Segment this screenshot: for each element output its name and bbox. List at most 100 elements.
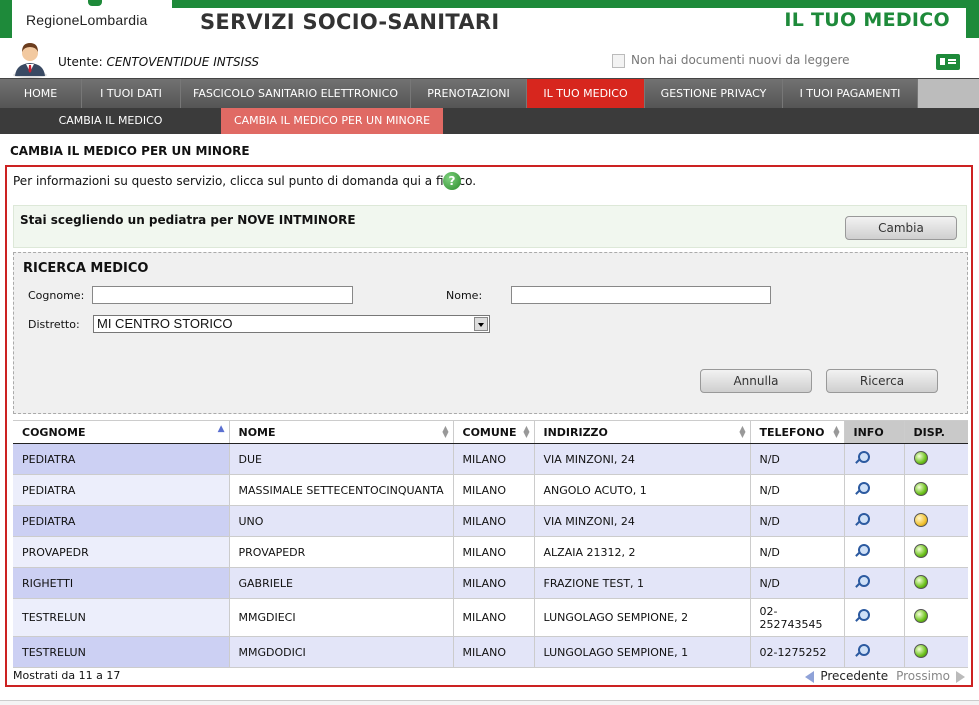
cell-telefono: N/D	[749, 443, 844, 475]
nav-item-il-tuo-medico[interactable]: IL TUO MEDICO	[527, 79, 645, 108]
table-row[interactable]: RIGHETTI GABRIELE MILANO FRAZIONE TEST, 1 N/…	[13, 567, 968, 599]
cell-disp	[903, 536, 968, 568]
magnifier-icon[interactable]	[854, 512, 870, 527]
cell-indirizzo: LUNGOLAGO SEMPIONE, 2	[533, 598, 750, 637]
cell-cognome: TESTRELUN	[13, 636, 229, 668]
cell-info	[843, 505, 904, 537]
column-header-disp: DISP.	[903, 420, 968, 444]
selection-box: Stai scegliendo un pediatra per NOVE INT…	[13, 205, 967, 248]
prev-arrow-icon[interactable]	[805, 670, 815, 683]
table-header-row: COGNOME ▲ NOME ▲ ▼ COMUNE ▲ ▼ INDIRIZZO ▲ ▼ TEL…	[13, 420, 968, 444]
table-row[interactable]: TESTRELUN MMGDIECI MILANO LUNGOLAGO SEMPION…	[13, 598, 968, 637]
cell-comune: MILANO	[452, 443, 534, 475]
cell-info	[843, 443, 904, 475]
pagination: Precedente Prossimo	[805, 669, 965, 683]
magnifier-icon[interactable]	[854, 481, 870, 496]
cell-info	[843, 567, 904, 599]
availability-status-icon	[913, 574, 928, 589]
cognome-input[interactable]	[92, 286, 353, 304]
user-info: Utente: CENTOVENTIDUE INTSISS	[58, 55, 259, 69]
availability-status-icon	[913, 643, 928, 658]
cambia-button[interactable]: Cambia	[845, 216, 957, 240]
distretto-label: Distretto:	[28, 318, 80, 331]
magnifier-icon[interactable]	[854, 574, 870, 589]
next-arrow-icon[interactable]	[956, 670, 965, 683]
info-text: Per informazioni su questo servizio, cli…	[13, 174, 477, 188]
service-title: SERVIZI SOCIO-SANITARI	[200, 10, 500, 34]
chevron-down-icon[interactable]	[474, 317, 488, 331]
cell-indirizzo: VIA MINZONI, 24	[533, 443, 750, 475]
subnav-cambia-medico-minore[interactable]: CAMBIA IL MEDICO PER UN MINORE	[221, 108, 443, 134]
sub-nav: CAMBIA IL MEDICO CAMBIA IL MEDICO PER UN…	[0, 108, 979, 134]
selection-text: Stai scegliendo un pediatra per NOVE INT…	[20, 213, 356, 227]
column-header-comune[interactable]: COMUNE ▲ ▼	[452, 420, 534, 444]
distretto-value: MI CENTRO STORICO	[97, 316, 233, 331]
column-header-info: INFO	[843, 420, 904, 444]
cell-indirizzo: VIA MINZONI, 24	[533, 505, 750, 537]
column-header-telefono[interactable]: TELEFONO ▲ ▼	[749, 420, 844, 444]
column-header-cognome[interactable]: COGNOME ▲	[13, 420, 229, 444]
cell-nome: GABRIELE	[228, 567, 453, 599]
cell-comune: MILANO	[452, 505, 534, 537]
next-page-link[interactable]: Prossimo	[896, 669, 950, 683]
distretto-select[interactable]: MI CENTRO STORICO	[93, 315, 490, 333]
results-table: COGNOME ▲ NOME ▲ ▼ COMUNE ▲ ▼ INDIRIZZO ▲ ▼ TEL…	[13, 420, 968, 668]
cell-info	[843, 636, 904, 668]
column-header-nome[interactable]: NOME ▲ ▼	[228, 420, 453, 444]
cell-nome: MMGDODICI	[228, 636, 453, 668]
table-row[interactable]: PEDIATRA DUE MILANO VIA MINZONI, 24 N/D	[13, 443, 968, 475]
logo-crest-icon	[88, 0, 102, 6]
table-row[interactable]: PROVAPEDR PROVAPEDR MILANO ALZAIA 21312, 2N…	[13, 536, 968, 568]
user-name: CENTOVENTIDUE INTSISS	[106, 55, 260, 69]
search-panel: RICERCA MEDICO Cognome: Nome: Distretto:…	[13, 252, 968, 414]
nav-item-gestione-privacy[interactable]: GESTIONE PRIVACY	[645, 79, 783, 108]
table-row[interactable]: PEDIATRA UNO MILANO VIA MINZONI, 24 N/D	[13, 505, 968, 537]
cell-cognome: PEDIATRA	[13, 505, 229, 537]
magnifier-icon[interactable]	[854, 543, 870, 558]
magnifier-icon[interactable]	[854, 450, 870, 465]
header: RegioneLombardia SERVIZI SOCIO-SANITARI …	[0, 0, 979, 38]
table-row[interactable]: TESTRELUN MMGDODICI MILANO LUNGOLAGO SEMPIO…	[13, 636, 968, 668]
nav-item-i-tuoi-dati[interactable]: I TUOI DATI	[82, 79, 181, 108]
ricerca-button[interactable]: Ricerca	[826, 369, 938, 393]
cell-disp	[903, 443, 968, 475]
cell-comune: MILANO	[452, 474, 534, 506]
health-card-icon[interactable]	[936, 54, 960, 70]
search-title: RICERCA MEDICO	[23, 261, 149, 276]
nav-item-fascicolo[interactable]: FASCICOLO SANITARIO ELETTRONICO	[181, 79, 411, 108]
magnifier-icon[interactable]	[854, 609, 870, 623]
documents-notice[interactable]: Non hai documenti nuovi da leggere	[612, 53, 850, 68]
subnav-cambia-medico[interactable]: CAMBIA IL MEDICO	[0, 108, 221, 134]
cell-comune: MILANO	[452, 636, 534, 668]
cell-info	[843, 598, 904, 637]
cell-disp	[903, 474, 968, 506]
column-header-indirizzo[interactable]: INDIRIZZO ▲ ▼	[533, 420, 750, 444]
nome-input[interactable]	[511, 286, 771, 304]
cell-telefono: N/D	[749, 567, 844, 599]
annulla-button[interactable]: Annulla	[700, 369, 812, 393]
prev-page-link[interactable]: Precedente	[820, 669, 888, 683]
table-row[interactable]: PEDIATRA MASSIMALE SETTECENTOCINQUANTA MIL…	[13, 474, 968, 506]
availability-status-icon	[913, 450, 928, 465]
cognome-label: Cognome:	[28, 289, 85, 302]
region-logo[interactable]: RegioneLombardia	[12, 0, 172, 38]
nav-item-prenotazioni[interactable]: PRENOTAZIONI	[411, 79, 527, 108]
availability-status-icon	[913, 481, 928, 496]
cell-cognome: PEDIATRA	[13, 474, 229, 506]
help-icon[interactable]: ?	[443, 172, 461, 190]
document-icon	[612, 53, 625, 68]
magnifier-icon[interactable]	[854, 643, 870, 658]
cell-comune: MILANO	[452, 598, 534, 637]
cell-telefono: 02- 252743545	[749, 598, 844, 637]
main-nav: HOME I TUOI DATI FASCICOLO SANITARIO ELE…	[0, 78, 979, 108]
results-count: Mostrati da 11 a 17	[13, 669, 121, 682]
nav-item-home[interactable]: HOME	[0, 79, 82, 108]
sort-icon: ▲ ▼	[739, 424, 746, 439]
cell-cognome: PEDIATRA	[13, 443, 229, 475]
user-label: Utente:	[58, 55, 103, 69]
documents-text: Non hai documenti nuovi da leggere	[631, 53, 850, 67]
title-area: SERVIZI SOCIO-SANITARI IL TUO MEDICO	[188, 8, 966, 38]
nav-item-i-tuoi-pagamenti[interactable]: I TUOI PAGAMENTI	[783, 79, 918, 108]
user-bar: Utente: CENTOVENTIDUE INTSISS Non hai do…	[0, 38, 979, 78]
cell-info	[843, 536, 904, 568]
